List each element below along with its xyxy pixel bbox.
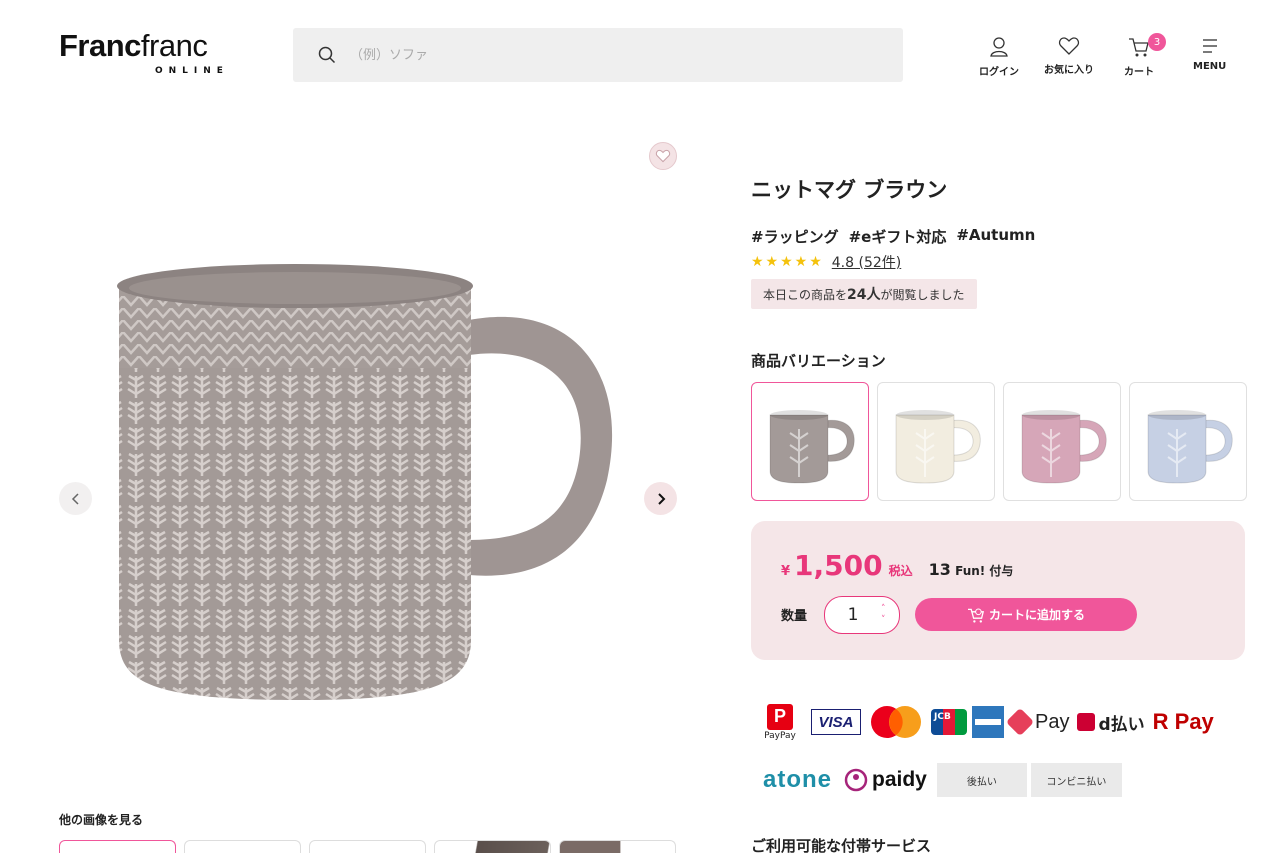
product-gallery [59, 140, 677, 800]
variation-option-blue[interactable] [1129, 382, 1247, 501]
rating-value: 4.8 [831, 255, 855, 271]
login-link[interactable]: ログイン [979, 36, 1019, 78]
paidy-icon [844, 768, 868, 792]
atone-logo: atone [763, 766, 833, 793]
site-header: Francfranc ONLINE ログイン お気に入り 3 カート MENU [0, 0, 1280, 110]
product-main-image [117, 264, 613, 700]
other-images-label: 他の画像を見る [59, 813, 144, 827]
fun-points: 13 Fun! 付与 [929, 560, 1014, 579]
variation-option-brown[interactable] [751, 382, 869, 501]
cart-plus-icon [967, 608, 985, 623]
variation-mug-image [1147, 409, 1233, 484]
price: 1,500 [794, 549, 883, 582]
favorites-label: お気に入り [1044, 65, 1094, 76]
next-image-button[interactable] [644, 482, 677, 515]
menu-button[interactable]: MENU [1193, 36, 1226, 72]
paypay-label: PayPay [764, 730, 796, 741]
thumbnail[interactable] [309, 840, 426, 853]
variation-mug-image [769, 409, 855, 484]
variation-mug-image [1021, 409, 1107, 484]
search-bar[interactable] [293, 28, 903, 82]
add-to-cart-button[interactable]: カートに追加する [915, 598, 1137, 631]
rakuten-pay-logo: R Pay [1152, 709, 1214, 734]
login-label: ログイン [979, 67, 1019, 78]
d-barai-logo: d払い [1077, 710, 1145, 735]
available-services-title: ご利用可能な付帯サービス [751, 837, 932, 853]
thumbnail[interactable] [434, 840, 551, 853]
purchase-box: ¥ 1,500 税込 13 Fun! 付与 数量 1 ˄ ˅ カートに追加する [751, 521, 1245, 660]
user-icon [990, 37, 1008, 57]
thumbnail[interactable] [184, 840, 301, 853]
chevron-left-icon [71, 492, 79, 505]
product-title: ニットマグ ブラウン [751, 178, 948, 202]
payment-methods-row-2: atone paidy 後払い コンビニ払い [763, 762, 1122, 798]
logo-main-light: franc [140, 28, 208, 63]
tag-link[interactable]: #ラッピング [751, 226, 839, 247]
convenience-store-payment-badge: コンビニ払い [1030, 763, 1122, 797]
search-icon[interactable] [318, 46, 336, 64]
amex-logo [972, 706, 1004, 738]
cart-link[interactable]: 3 カート [1124, 33, 1166, 78]
thumbnail[interactable] [59, 840, 176, 853]
tag-link[interactable]: #Autumn [956, 226, 1035, 247]
add-to-cart-label: カートに追加する [988, 608, 1085, 622]
fun-points-label: Fun! 付与 [955, 564, 1014, 578]
thumbnail[interactable] [559, 840, 676, 853]
jcb-logo: JCB [931, 709, 967, 735]
apple-pay-label: Pay [1035, 710, 1070, 733]
search-input[interactable] [350, 47, 850, 63]
mastercard-logo [871, 706, 921, 738]
thumbnail-strip [59, 840, 676, 853]
variation-list [751, 382, 1247, 501]
logo-sub-text: ONLINE [155, 66, 229, 76]
product-tags: #ラッピング #eギフト対応 #Autumn [751, 226, 1035, 247]
chevron-right-icon [657, 492, 665, 505]
variations-title: 商品バリエーション [751, 352, 886, 370]
variation-mug-image [895, 409, 981, 484]
francfranc-logo[interactable]: Francfranc ONLINE [59, 30, 234, 78]
viewed-suffix: が閲覧しました [880, 287, 965, 302]
deferred-payment-badge: 後払い [936, 763, 1027, 797]
quantity-stepper[interactable]: 1 ˄ ˅ [824, 596, 900, 634]
increment-icon[interactable]: ˄ [881, 604, 886, 615]
menu-label: MENU [1193, 61, 1227, 72]
viewed-count-notice: 本日この商品を 24人 が閲覧しました [751, 279, 977, 309]
fun-points-value: 13 [928, 560, 951, 579]
rating-stars: ★★★★★ [751, 254, 824, 270]
favorite-toggle-button[interactable] [649, 142, 677, 170]
heart-icon [1058, 37, 1080, 55]
payment-methods-row-1: P PayPay VISA JCB Pay d払い R Pay [759, 700, 1239, 744]
quantity-label: 数量 [781, 609, 808, 624]
logo-main-bold: Franc [59, 28, 141, 63]
review-count: (52件) [858, 255, 902, 271]
currency-symbol: ¥ [781, 564, 791, 579]
review-link[interactable]: 4.8 (52件) [832, 252, 901, 272]
visa-logo: VISA [811, 709, 861, 735]
variation-option-pink[interactable] [1003, 382, 1121, 501]
price-row: ¥ 1,500 税込 13 Fun! 付与 [781, 549, 1013, 582]
favorites-link[interactable]: お気に入り [1044, 36, 1094, 76]
jcb-label: JCB [934, 712, 951, 722]
previous-image-button[interactable] [59, 482, 92, 515]
hamburger-menu-icon [1202, 39, 1217, 53]
product-rating: ★★★★★ 4.8 (52件) [751, 252, 901, 272]
cart-label: カート [1124, 67, 1154, 78]
cart-count-badge: 3 [1148, 33, 1166, 51]
tag-link[interactable]: #eギフト対応 [849, 226, 947, 247]
paypay-logo: P PayPay [759, 703, 801, 741]
paidy-logo: paidy [872, 768, 927, 791]
variation-option-white[interactable] [877, 382, 995, 501]
visa-label: VISA [818, 713, 854, 731]
viewed-count: 24人 [847, 287, 881, 303]
heart-icon [655, 149, 671, 163]
tax-label: 税込 [888, 564, 913, 578]
viewed-prefix: 本日この商品を [763, 287, 848, 302]
apple-pay-logo: Pay [1005, 707, 1070, 737]
cart-icon [1129, 38, 1149, 57]
d-barai-label: d払い [1098, 714, 1145, 735]
quantity-value[interactable]: 1 [825, 605, 881, 625]
decrement-icon[interactable]: ˅ [881, 615, 886, 626]
